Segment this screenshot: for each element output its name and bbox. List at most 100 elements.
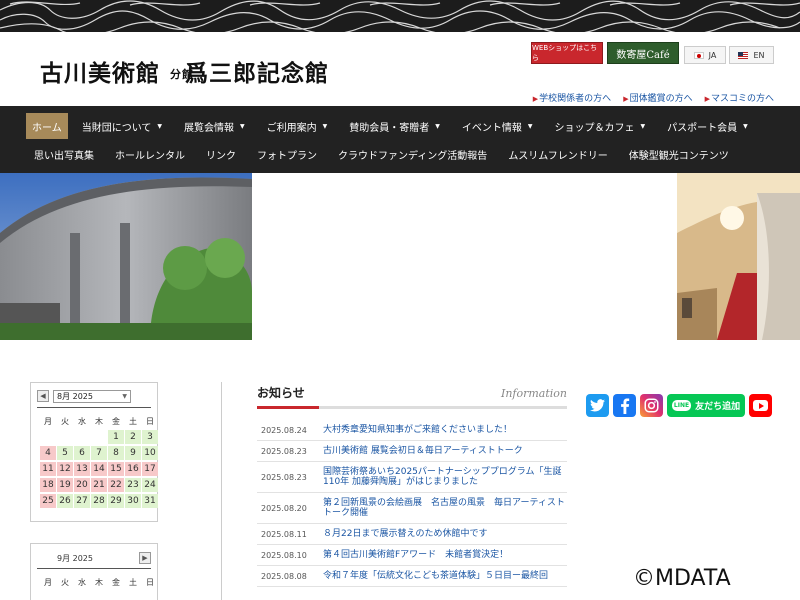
calendar-selected-month: 8月 2025: [57, 391, 93, 401]
calendar-next-button[interactable]: ▶: [139, 552, 151, 564]
nav-item-hall-rental[interactable]: ホールレンタル: [115, 141, 185, 167]
news-date: 2025.08.10: [261, 550, 307, 560]
news-item[interactable]: 2025.08.08 令和７年度「伝統文化こども茶道体験」５日目ー最終回: [257, 566, 567, 587]
calendar-day[interactable]: 14: [91, 462, 107, 476]
nav-item-muslim-friendly[interactable]: ムスリムフレンドリー: [508, 141, 607, 167]
calendar-day: [74, 430, 90, 444]
calendar-day[interactable]: 5: [57, 446, 73, 460]
calendar-day[interactable]: 20: [74, 478, 90, 492]
nav-item-guide[interactable]: ご利用案内 ▼: [267, 113, 328, 139]
news-link[interactable]: 大村秀章愛知県知事がご来館くださいました！: [323, 425, 512, 435]
language-ja-button[interactable]: JA: [684, 46, 726, 64]
calendar-day[interactable]: 21: [91, 478, 107, 492]
nav-item-passport[interactable]: パスポート会員 ▼: [667, 113, 748, 139]
site-logo[interactable]: 古川美術館 分館爲三郎記念館: [40, 54, 329, 88]
calendar-day[interactable]: 6: [74, 446, 90, 460]
logo-main-text: 古川美術館: [40, 60, 160, 87]
decorative-wave-band: [0, 0, 800, 32]
calendar-day[interactable]: 25: [40, 494, 56, 508]
calendar-divider: [37, 407, 151, 408]
link-groups[interactable]: ▶団体鑑賞の方へ: [623, 91, 692, 104]
news-item[interactable]: 2025.08.20 第２回新風景の会絵画展 名古屋の風景 毎日アーティストトーク…: [257, 493, 567, 524]
calendar-day[interactable]: 30: [125, 494, 141, 508]
link-schools[interactable]: ▶学校関係者の方へ: [533, 91, 611, 104]
nav-item-photo-plan[interactable]: フォトプラン: [257, 141, 317, 167]
news-item[interactable]: 2025.08.10 第４回古川美術館Fアワード 未館者賞決定！: [257, 545, 567, 566]
news-link[interactable]: 第４回古川美術館Fアワード 未館者賞決定！: [323, 550, 508, 560]
calendar-current-month: ◀ 8月 2025 ▼ 月火水木金土日 1 2 3 4 5 6 7 8 9 10 11 12 13 14 15…: [30, 382, 158, 522]
line-icon: LINE: [671, 400, 692, 411]
us-flag-icon: [738, 51, 749, 59]
line-add-friend-button[interactable]: LINE 友だち追加: [667, 394, 745, 417]
calendar-day[interactable]: 18: [40, 478, 56, 492]
language-en-button[interactable]: EN: [729, 46, 774, 64]
nav-row-primary: ホーム 当財団について ▼ 展覧会情報 ▼ ご利用案内 ▼ 賛助会員・寄贈者 ▼ イベン…: [26, 112, 770, 140]
calendar-day[interactable]: 9: [125, 446, 141, 460]
calendar-day[interactable]: 19: [57, 478, 73, 492]
twitter-icon[interactable]: [586, 394, 609, 417]
museum-building-photo: [0, 173, 252, 340]
nav-item-crowdfunding[interactable]: クラウドファンディング活動報告: [338, 141, 487, 167]
calendar-month-select[interactable]: 8月 2025 ▼: [53, 389, 131, 403]
news-item[interactable]: 2025.08.11 ８月22日まで展示替えのため休館中です: [257, 524, 567, 545]
arrow-right-icon: ▶: [704, 95, 710, 103]
news-item[interactable]: 2025.08.24 大村秀章愛知県知事がご来館くださいました！: [257, 420, 567, 441]
caret-down-icon: ▼: [527, 122, 533, 130]
calendar-day[interactable]: 15: [108, 462, 124, 476]
calendar-day[interactable]: 22: [108, 478, 124, 492]
nav-item-events[interactable]: イベント情報 ▼: [462, 113, 533, 139]
facebook-icon[interactable]: [613, 394, 636, 417]
news-link[interactable]: 国際芸術祭あいち2025パートナーシッププログラム「生誕110年 加藤舜陶展」が…: [323, 467, 567, 487]
news-link[interactable]: 古川美術館 展覧会初日＆毎日アーティストトーク: [323, 446, 523, 456]
nav-item-links[interactable]: リンク: [206, 141, 236, 167]
calendar-day[interactable]: 1: [108, 430, 124, 444]
nav-item-photo-album[interactable]: 思い出写真集: [34, 141, 94, 167]
calendar-day[interactable]: 27: [74, 494, 90, 508]
caret-down-icon: ▼: [157, 122, 163, 130]
calendar-day[interactable]: 13: [74, 462, 90, 476]
calendar-weekday: 木: [95, 416, 103, 426]
youtube-icon[interactable]: [749, 394, 772, 417]
news-title-en: Information: [500, 387, 567, 400]
calendar-day[interactable]: 31: [142, 494, 158, 508]
nav-item-supporters[interactable]: 賛助会員・寄贈者 ▼: [349, 113, 440, 139]
calendar-day: [57, 430, 73, 444]
caret-down-icon: ▼: [435, 122, 440, 130]
nav-item-shop-cafe[interactable]: ショップ＆カフェ ▼: [555, 113, 646, 139]
hero-slider[interactable]: [0, 173, 800, 340]
calendar-prev-button[interactable]: ◀: [37, 390, 49, 402]
calendar-grid: 月火水木金土日 1 2 3 4 5 6 7 8 9 10 11 12 13 14 15 16 17 18 19 20 21…: [40, 414, 158, 508]
nav-item-about[interactable]: 当財団について ▼: [82, 113, 162, 139]
calendar-day[interactable]: 17: [142, 462, 158, 476]
calendar-day[interactable]: 3: [142, 430, 158, 444]
calendar-day[interactable]: 24: [142, 478, 158, 492]
nav-item-exhibitions[interactable]: 展覧会情報 ▼: [184, 113, 245, 139]
language-ja-label: JA: [708, 50, 717, 60]
calendar-day[interactable]: 4: [40, 446, 56, 460]
news-item[interactable]: 2025.08.23 国際芸術祭あいち2025パートナーシッププログラム「生誕11…: [257, 462, 567, 493]
calendar-day[interactable]: 29: [108, 494, 124, 508]
news-underline: [257, 406, 567, 409]
calendar-day[interactable]: 11: [40, 462, 56, 476]
calendar-day[interactable]: 16: [125, 462, 141, 476]
news-link[interactable]: ８月22日まで展示替えのため休館中です: [323, 529, 487, 539]
link-press[interactable]: ▶マスコミの方へ: [705, 91, 774, 104]
instagram-icon[interactable]: [640, 394, 663, 417]
web-shop-button[interactable]: WEBショップはこちら: [531, 42, 603, 64]
calendar-day[interactable]: 26: [57, 494, 73, 508]
calendar-day[interactable]: 7: [91, 446, 107, 460]
news-link[interactable]: 令和７年度「伝統文化こども茶道体験」５日目ー最終回: [323, 571, 548, 581]
calendar-day[interactable]: 23: [125, 478, 141, 492]
calendar-month-title: 9月 2025: [57, 553, 93, 563]
news-link[interactable]: 第２回新風景の会絵画展 名古屋の風景 毎日アーティストトーク開催: [323, 498, 567, 518]
calendar-day[interactable]: 28: [91, 494, 107, 508]
news-list: 2025.08.24 大村秀章愛知県知事がご来館くださいました！ 2025.08.2…: [257, 420, 567, 587]
calendar-day[interactable]: 2: [125, 430, 141, 444]
nav-item-home[interactable]: ホーム: [26, 113, 68, 139]
news-item[interactable]: 2025.08.23 古川美術館 展覧会初日＆毎日アーティストトーク: [257, 441, 567, 462]
sukiya-cafe-button[interactable]: 数寄屋Café: [607, 42, 679, 64]
calendar-day[interactable]: 8: [108, 446, 124, 460]
calendar-day[interactable]: 10: [142, 446, 158, 460]
nav-item-experience-tourism[interactable]: 体験型観光コンテンツ: [629, 141, 729, 167]
calendar-day[interactable]: 12: [57, 462, 73, 476]
